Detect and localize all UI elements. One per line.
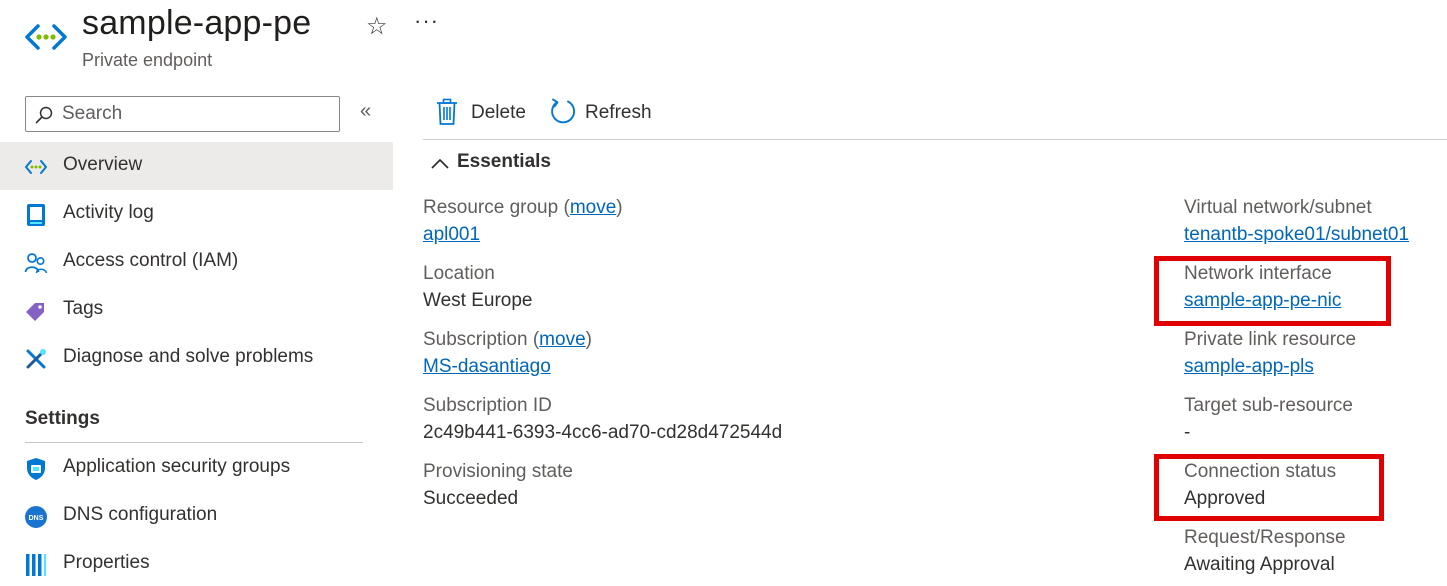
sidebar-item-app-security-groups[interactable]: Application security groups [0,444,393,492]
activity-log-icon [27,204,45,226]
resource-group-link[interactable]: apl001 [423,224,480,245]
field-label: Location [423,263,495,284]
wrench-icon [26,349,46,369]
dns-icon: DNS [25,506,47,528]
field-label: Private link resource [1184,329,1357,350]
field-request-response: Request/Response Awaiting Approval [1184,527,1346,580]
field-label: Target sub-resource [1184,395,1353,416]
sidebar-item-dns-configuration[interactable]: DNS DNS configuration [0,492,393,540]
delete-button[interactable]: Delete [435,98,545,128]
people-icon [24,253,48,274]
sidebar-item-diagnose[interactable]: Diagnose and solve problems [0,334,393,382]
refresh-label: Refresh [585,102,652,123]
sidebar-item-label: Properties [63,552,150,573]
sidebar-item-access-control[interactable]: Access control (IAM) [0,238,393,286]
sidebar-item-activity-log[interactable]: Activity log [0,190,393,238]
refresh-icon [551,98,575,124]
field-value: Succeeded [423,488,519,509]
essentials-label: Essentials [457,151,551,172]
field-vnet-subnet: Virtual network/subnet tenantb-spoke01/s… [1184,197,1409,250]
private-endpoint-icon [25,160,47,174]
trash-icon [437,98,457,125]
page-header: sample-app-pe ☆ ··· Private endpoint [0,0,1447,86]
subscription-link[interactable]: MS-dasantiago [423,356,551,377]
field-label: Virtual network/subnet [1184,197,1372,218]
sidebar-item-overview[interactable]: Overview [0,142,393,190]
private-link-resource-link[interactable]: sample-app-pls [1184,356,1314,377]
field-label: Subscription ID [423,395,552,416]
divider [25,442,363,443]
page-subtitle: Private endpoint [82,50,213,70]
field-value: West Europe [423,290,533,311]
search-icon [35,106,53,124]
command-bar: Delete Refresh [423,86,1447,140]
ellipsis-icon[interactable]: ··· [414,8,439,34]
star-icon[interactable]: ☆ [366,12,388,41]
sidebar-item-label: Application security groups [63,456,291,477]
sidebar-item-tags[interactable]: Tags [0,286,393,334]
field-subscription-id: Subscription ID 2c49b441-6393-4cc6-ad70-… [423,395,782,448]
field-location: Location West Europe [423,263,532,316]
sidebar: « Overview Activity log Access control (… [0,86,393,586]
field-label: Subscription [423,329,528,350]
field-provisioning-state: Provisioning state Succeeded [423,461,573,514]
sidebar-item-properties[interactable]: Properties [0,540,393,586]
field-resource-group: Resource group (move) apl001 [423,197,623,245]
move-resource-group-link[interactable]: move [570,197,616,218]
search-input[interactable] [62,101,332,127]
sidebar-item-label: Tags [63,298,104,319]
collapse-sidebar-icon[interactable]: « [360,100,371,123]
highlight-box-connection-status [1154,454,1384,521]
properties-icon [26,554,46,576]
field-value: - [1184,422,1191,443]
sidebar-item-label: Access control (IAM) [63,250,239,271]
highlight-box-network-interface [1154,256,1391,326]
settings-section-header: Settings [25,408,100,429]
svg-text:DNS: DNS [29,515,44,522]
tag-icon [26,303,44,321]
private-endpoint-icon [25,24,67,50]
sidebar-item-label: Diagnose and solve problems [63,346,314,367]
field-label: Provisioning state [423,461,573,482]
field-label: Request/Response [1184,527,1346,548]
field-value: 2c49b441-6393-4cc6-ad70-cd28d472544d [423,422,783,443]
field-value: Awaiting Approval [1184,554,1335,575]
field-subscription: Subscription (move) MS-dasantiago [423,329,592,377]
refresh-button[interactable]: Refresh [549,98,669,128]
search-box[interactable] [25,96,340,132]
sidebar-item-label: Activity log [63,202,154,223]
field-private-link-resource: Private link resource sample-app-pls [1184,329,1356,382]
page-title: sample-app-pe [82,4,312,42]
sidebar-item-label: DNS configuration [63,504,218,525]
sidebar-item-label: Overview [63,154,143,175]
move-subscription-link[interactable]: move [539,329,585,350]
field-target-sub-resource: Target sub-resource - [1184,395,1353,448]
vnet-subnet-link[interactable]: tenantb-spoke01/subnet01 [1184,224,1409,245]
chevron-up-icon [431,159,449,169]
shield-icon [27,458,45,480]
field-label: Resource group [423,197,559,218]
delete-label: Delete [471,102,526,123]
